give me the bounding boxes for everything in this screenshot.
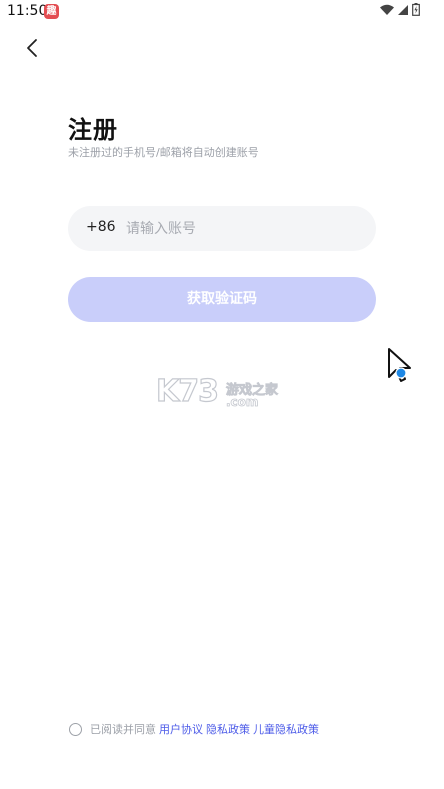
wifi-icon [380,4,394,15]
notification-app-icon: 趣 [44,4,59,19]
chevron-left-icon [27,39,37,57]
privacy-policy-link[interactable]: 隐私政策 [206,721,250,737]
children-privacy-policy-link[interactable]: 儿童隐私政策 [253,721,319,737]
battery-icon [412,3,420,16]
back-button[interactable] [19,34,47,62]
agreement-prefix: 已阅读并同意 [90,723,156,736]
mouse-cursor-icon [388,348,411,382]
account-field[interactable]: +86 [68,206,376,251]
status-indicators [380,3,420,16]
agreement-row: 已阅读并同意 用户协议 隐私政策 儿童隐私政策 [69,721,319,737]
user-agreement-link[interactable]: 用户协议 [159,721,203,737]
country-code[interactable]: +86 [86,219,116,235]
watermark-domain: .com [226,395,259,410]
watermark-logo: K73 游戏之家 .com [155,373,288,412]
status-time: 11:50 [7,3,48,19]
page-title: 注册 [68,116,118,144]
get-code-button[interactable]: 获取验证码 [68,277,376,322]
agree-checkbox[interactable] [69,722,82,736]
account-input[interactable] [126,206,356,251]
watermark-brand: K73 [155,373,219,409]
signal-icon [398,4,408,15]
status-bar: 11:50 趣 [0,0,444,24]
page-subtitle: 未注册过的手机号/邮箱将自动创建账号 [68,146,259,159]
